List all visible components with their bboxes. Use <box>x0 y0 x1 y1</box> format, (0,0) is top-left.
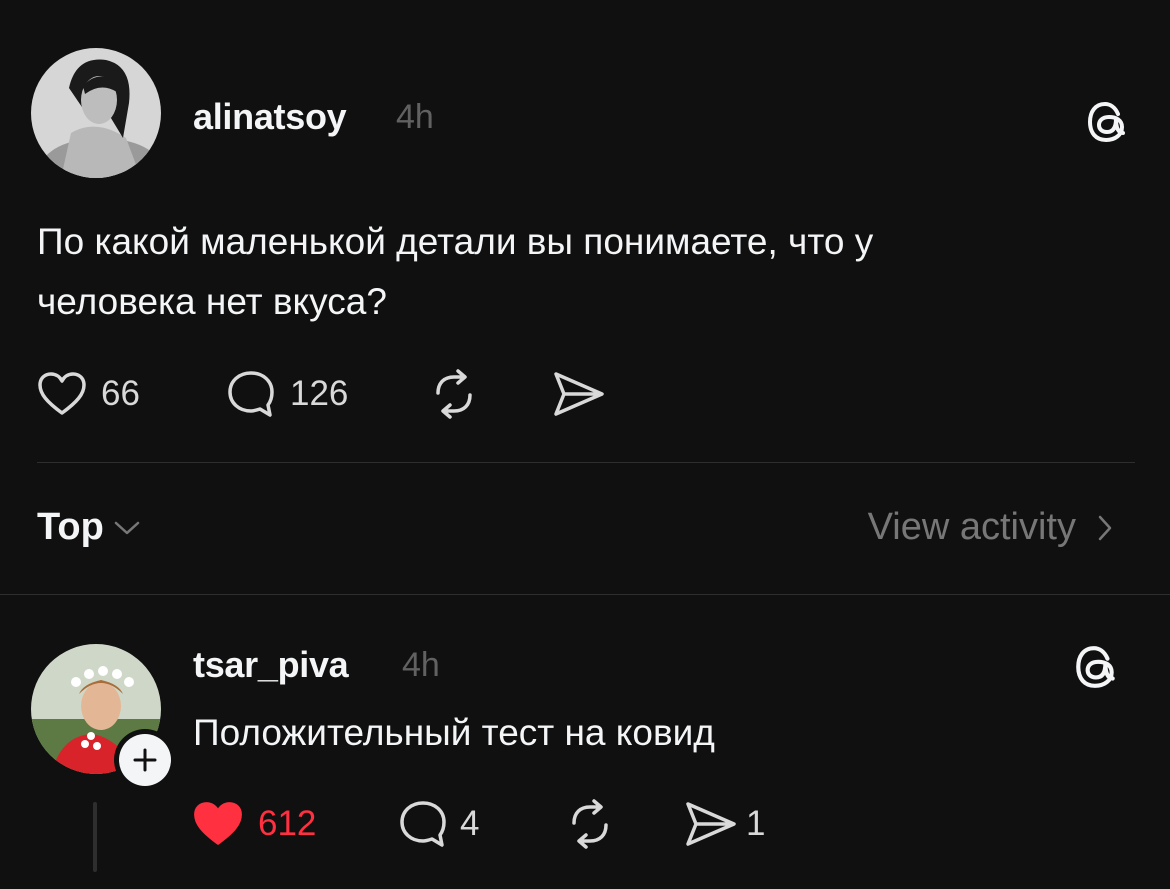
plus-icon <box>133 748 157 772</box>
threads-post-view: alinatsoy 4h По какой маленькой детали в… <box>0 0 1170 889</box>
heart-icon <box>194 802 242 845</box>
reply-timestamp: 4h <box>402 646 440 684</box>
divider-sort <box>0 594 1170 595</box>
post-text-line-2: человека нет вкуса? <box>37 281 387 322</box>
reply-share-count: 1 <box>746 804 766 843</box>
comment-icon <box>228 371 274 417</box>
reply-text: Положительный тест на ковид <box>193 712 715 753</box>
reply-reply-button[interactable]: 4 <box>398 799 479 849</box>
post-timestamp: 4h <box>396 98 434 136</box>
author-avatar[interactable] <box>31 48 161 178</box>
reply-like-count: 612 <box>258 804 317 843</box>
sort-dropdown[interactable]: Top <box>37 506 140 549</box>
sort-label: Top <box>37 506 104 548</box>
thread-line <box>93 802 97 872</box>
view-activity-link[interactable]: View activity <box>868 506 1112 549</box>
threads-icon[interactable] <box>1073 643 1119 691</box>
reply-button[interactable]: 126 <box>226 369 348 419</box>
view-activity-label: View activity <box>867 506 1076 548</box>
repost-icon[interactable] <box>564 799 616 849</box>
post-text-line-1: По какой маленькой детали вы понимаете, … <box>37 221 874 262</box>
follow-button[interactable] <box>114 729 176 791</box>
reply-like-button[interactable]: 612 <box>192 800 316 848</box>
reply-reply-count: 4 <box>460 804 480 843</box>
chevron-down-icon <box>114 521 140 534</box>
share-icon[interactable] <box>552 370 606 418</box>
follow-badge-inner <box>119 734 171 786</box>
like-count: 66 <box>101 374 140 413</box>
chevron-right-icon <box>1098 515 1112 540</box>
reply-share-button[interactable]: 1 <box>684 800 765 848</box>
threads-icon[interactable] <box>1085 99 1129 145</box>
post-text: По какой маленькой детали вы понимаете, … <box>37 212 873 332</box>
heart-icon <box>38 372 86 415</box>
share-icon <box>686 802 736 846</box>
divider-post <box>37 462 1135 463</box>
author-username[interactable]: alinatsoy <box>193 96 347 138</box>
repost-icon[interactable] <box>428 369 480 419</box>
reply-username[interactable]: tsar_piva <box>193 644 349 686</box>
like-button[interactable]: 66 <box>37 371 140 417</box>
reply-count: 126 <box>290 374 349 413</box>
comment-icon <box>400 801 446 847</box>
